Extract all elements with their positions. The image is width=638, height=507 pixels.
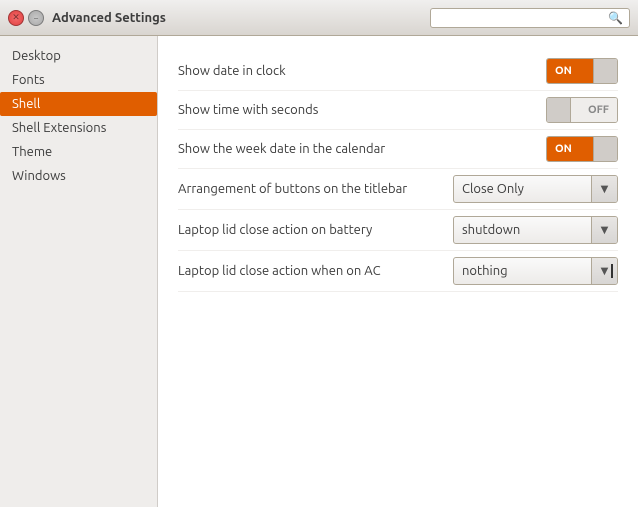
search-box[interactable]: 🔍 [430,8,630,28]
setting-row-show-seconds: Show time with seconds OFF [178,91,618,130]
minimize-icon: − [33,13,38,23]
chevron-down-icon-battery: ▼ [601,224,609,236]
setting-row-lid-ac: Laptop lid close action when on AC nothi… [178,251,618,292]
toggle-thumb [593,59,617,83]
dropdown-lid-battery[interactable]: shutdown ▼ [453,216,618,244]
window-title: Advanced Settings [52,11,422,25]
search-icon: 🔍 [608,11,623,25]
window-controls: ✕ − [8,10,44,26]
minimize-button[interactable]: − [28,10,44,26]
setting-row-show-date: Show date in clock ON [178,52,618,91]
chevron-down-icon-ac: ▼ [601,265,609,277]
settings-content: Show date in clock ON Show time with sec… [158,36,638,507]
dropdown-value-lid-ac: nothing [454,264,591,278]
setting-label-lid-battery: Laptop lid close action on battery [178,223,453,237]
sidebar-item-shell[interactable]: Shell [0,92,157,116]
toggle-on-label-week: ON [547,137,593,161]
toggle-thumb-week [593,137,617,161]
sidebar-item-windows[interactable]: Windows [0,164,157,188]
setting-row-lid-battery: Laptop lid close action on battery shutd… [178,210,618,251]
toggle-on-label: ON [547,59,593,83]
dropdown-titlebar-buttons[interactable]: Close Only ▼ [453,175,618,203]
dropdown-arrow-lid-ac: ▼ [591,258,617,284]
setting-label-show-date: Show date in clock [178,64,546,78]
close-button[interactable]: ✕ [8,10,24,26]
chevron-down-icon: ▼ [601,183,609,195]
setting-label-show-seconds: Show time with seconds [178,103,546,117]
main-layout: Desktop Fonts Shell Shell Extensions The… [0,36,638,507]
setting-label-lid-ac: Laptop lid close action when on AC [178,264,453,278]
sidebar-item-shell-extensions[interactable]: Shell Extensions [0,116,157,140]
setting-row-titlebar-buttons: Arrangement of buttons on the titlebar C… [178,169,618,210]
titlebar: ✕ − Advanced Settings 🔍 [0,0,638,36]
dropdown-arrow-titlebar: ▼ [591,176,617,202]
toggle-show-week[interactable]: ON [546,136,618,162]
close-icon: ✕ [12,12,20,23]
dropdown-value-lid-battery: shutdown [454,223,591,237]
setting-label-titlebar-buttons: Arrangement of buttons on the titlebar [178,182,453,196]
sidebar-item-theme[interactable]: Theme [0,140,157,164]
sidebar-item-desktop[interactable]: Desktop [0,44,157,68]
search-input[interactable] [437,11,604,25]
toggle-show-seconds[interactable]: OFF [546,97,618,123]
dropdown-lid-ac[interactable]: nothing ▼ [453,257,618,285]
setting-label-show-week: Show the week date in the calendar [178,142,546,156]
setting-row-show-week: Show the week date in the calendar ON [178,130,618,169]
sidebar: Desktop Fonts Shell Shell Extensions The… [0,36,158,507]
dropdown-value-titlebar: Close Only [454,182,591,196]
sidebar-item-fonts[interactable]: Fonts [0,68,157,92]
toggle-thumb2 [547,98,571,122]
dropdown-arrow-lid-battery: ▼ [591,217,617,243]
toggle-show-date[interactable]: ON [546,58,618,84]
toggle-off-label: OFF [571,98,617,122]
